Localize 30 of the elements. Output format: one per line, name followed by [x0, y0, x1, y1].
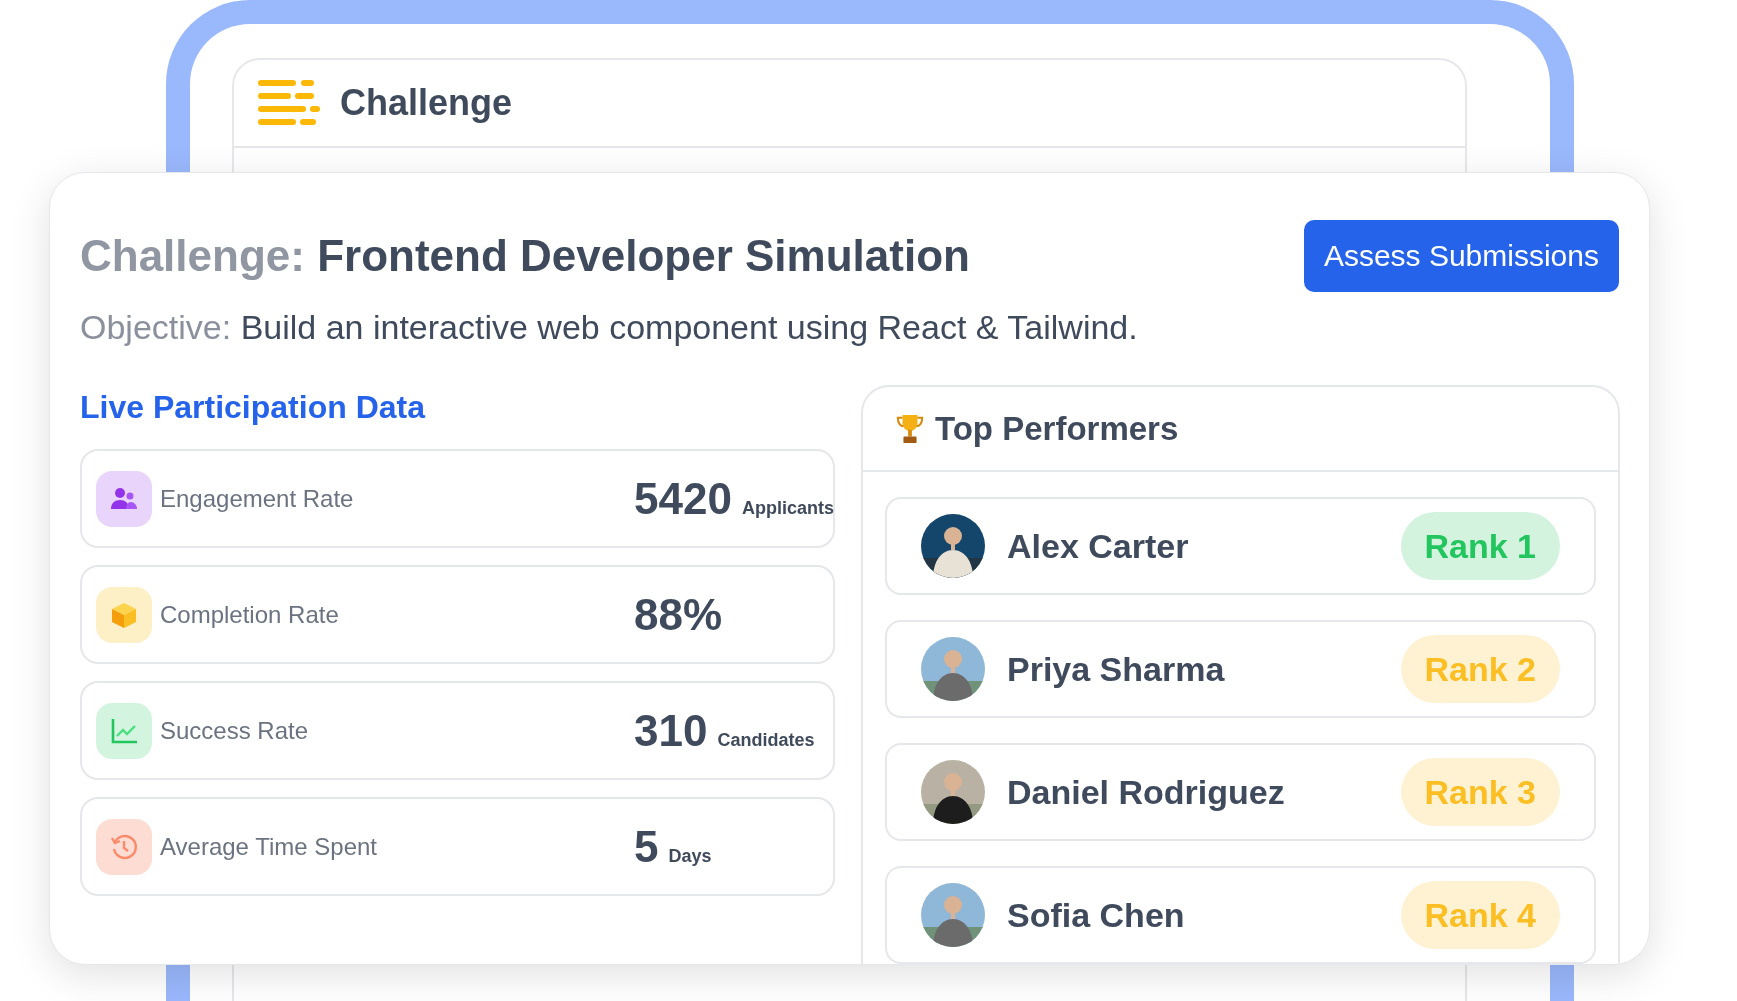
objective-text: Objective: Build an interactive web component using React & Tailwind. [80, 308, 1139, 347]
stat-label: Completion Rate [160, 600, 340, 629]
lines-icon [258, 80, 320, 126]
panel-title: Top Performers [935, 409, 1179, 448]
stat-value: 88% [634, 589, 723, 640]
performer-name: Priya Sharma [1007, 649, 1226, 689]
stat-unit: Applicants [741, 497, 834, 519]
stat-label: Success Rate [160, 716, 310, 745]
rank-badge: Rank 3 [1400, 758, 1560, 826]
cube-icon [96, 586, 152, 643]
challenge-title: Challenge: Frontend Developer Simulation [80, 231, 970, 281]
performer-name: Sofia Chen [1007, 895, 1186, 935]
clock-icon [96, 818, 152, 875]
stat-unit: Days [668, 845, 712, 867]
performer-name: Alex Carter [1007, 526, 1190, 566]
rank-badge: Rank 4 [1400, 881, 1560, 949]
stat-value: 310 [634, 705, 708, 756]
stat-label: Average Time Spent [160, 832, 379, 861]
rank-badge: Rank 2 [1400, 635, 1560, 703]
stat-label: Engagement Rate [160, 484, 355, 513]
section-title: Live Participation Data [80, 389, 427, 426]
stat-value: 5 [634, 821, 659, 872]
rank-badge: Rank 1 [1400, 512, 1560, 580]
stat-unit: Candidates [717, 729, 815, 751]
performer-name: Daniel Rodriguez [1007, 772, 1286, 812]
chart-icon [96, 702, 152, 759]
app-title: Challenge [340, 82, 513, 124]
people-icon [96, 470, 152, 527]
assess-submissions-button[interactable]: Assess Submissions [1303, 220, 1619, 292]
stat-value: 5420 [634, 473, 732, 524]
